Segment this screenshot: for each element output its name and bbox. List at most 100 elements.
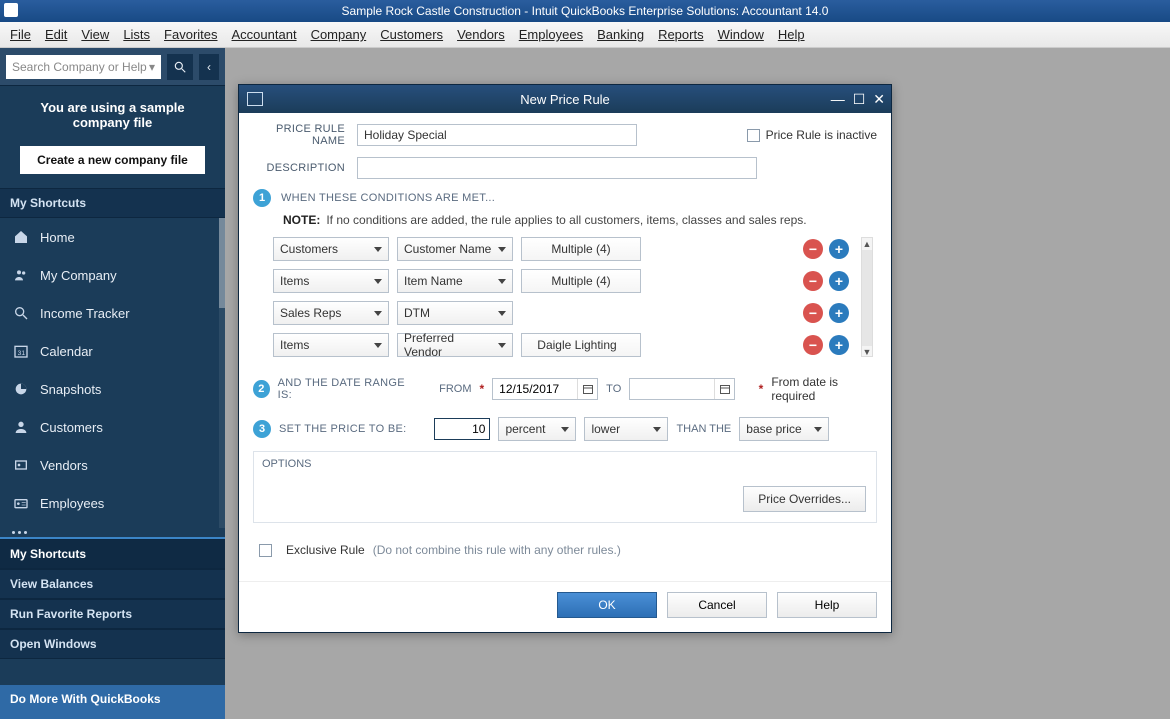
svg-text:31: 31 <box>18 350 26 357</box>
do-more-header[interactable]: Do More With QuickBooks <box>0 685 225 713</box>
sidebar-item-home[interactable]: Home <box>0 218 225 256</box>
condition-field-dropdown[interactable]: DTM <box>397 301 513 325</box>
left-bottom-stack: My Shortcuts View Balances Run Favorite … <box>0 527 225 719</box>
menu-file[interactable]: File <box>10 27 31 42</box>
menu-edit[interactable]: Edit <box>45 27 67 42</box>
remove-condition-button[interactable]: − <box>803 271 823 291</box>
dialog-footer: OK Cancel Help <box>239 581 891 632</box>
condition-field-dropdown[interactable]: Item Name <box>397 269 513 293</box>
price-rule-name-label: PRICE RULE NAME <box>253 123 357 147</box>
section-view-balances[interactable]: View Balances <box>0 569 225 599</box>
search-input[interactable]: Search Company or Help ▾ <box>6 55 161 79</box>
add-condition-button[interactable]: + <box>829 335 849 355</box>
condition-field-dropdown[interactable]: Customer Name <box>397 237 513 261</box>
sidebar-item-my-company[interactable]: My Company <box>0 256 225 294</box>
sidebar-item-label: Income Tracker <box>40 306 130 321</box>
menu-accountant[interactable]: Accountant <box>232 27 297 42</box>
condition-type-dropdown[interactable]: Customers <box>273 237 389 261</box>
condition-value-select[interactable]: Daigle Lighting <box>521 333 641 357</box>
options-header: OPTIONS <box>254 452 876 476</box>
chevron-down-icon: ▾ <box>149 60 155 74</box>
unit-dropdown[interactable]: percent <box>498 417 576 441</box>
menu-customers[interactable]: Customers <box>380 27 443 42</box>
from-date-input[interactable] <box>492 378 598 400</box>
menu-help[interactable]: Help <box>778 27 805 42</box>
menu-view[interactable]: View <box>81 27 109 42</box>
close-icon[interactable]: ✕ <box>873 91 885 108</box>
menu-lists[interactable]: Lists <box>123 27 150 42</box>
help-button[interactable]: Help <box>777 592 877 618</box>
sidebar-item-label: Calendar <box>40 344 93 359</box>
step-2-label: AND THE DATE RANGE IS: <box>278 377 412 401</box>
menu-vendors[interactable]: Vendors <box>457 27 505 42</box>
card-icon <box>12 494 30 512</box>
minimize-icon[interactable]: — <box>831 91 845 108</box>
menu-company[interactable]: Company <box>311 27 367 42</box>
calendar-icon[interactable] <box>714 379 734 399</box>
menu-employees[interactable]: Employees <box>519 27 583 42</box>
chevron-down-icon <box>374 247 382 252</box>
calendar-icon: 31 <box>12 342 30 360</box>
to-label: TO <box>606 383 621 395</box>
section-run-favorite-reports[interactable]: Run Favorite Reports <box>0 599 225 629</box>
shortcuts-scrollbar[interactable] <box>219 218 225 528</box>
section-open-windows[interactable]: Open Windows <box>0 629 225 659</box>
dialog-title-bar[interactable]: New Price Rule — ☐ ✕ <box>239 85 891 113</box>
condition-type-dropdown[interactable]: Items <box>273 269 389 293</box>
menu-banking[interactable]: Banking <box>597 27 644 42</box>
calendar-icon[interactable] <box>577 379 597 399</box>
sidebar-item-calendar[interactable]: 31 Calendar <box>0 332 225 370</box>
add-condition-button[interactable]: + <box>829 239 849 259</box>
exclusive-rule-checkbox[interactable] <box>259 544 272 557</box>
menu-favorites[interactable]: Favorites <box>164 27 217 42</box>
description-label: DESCRIPTION <box>253 162 357 174</box>
description-input[interactable] <box>357 157 757 179</box>
chevron-down-icon <box>653 427 661 432</box>
ok-button[interactable]: OK <box>557 592 657 618</box>
collapse-panel-button[interactable]: ‹ <box>199 54 219 80</box>
inactive-checkbox[interactable] <box>747 129 760 142</box>
menu-window[interactable]: Window <box>718 27 764 42</box>
condition-value-select[interactable]: Multiple (4) <box>521 237 641 261</box>
remove-condition-button[interactable]: − <box>803 239 823 259</box>
search-button[interactable] <box>167 54 193 80</box>
from-required-hint: From date is required <box>771 375 877 403</box>
conditions-list: ▲▼ CustomersCustomer NameMultiple (4)−+I… <box>273 237 871 357</box>
sidebar-item-income-tracker[interactable]: Income Tracker <box>0 294 225 332</box>
sidebar-item-snapshots[interactable]: Snapshots <box>0 370 225 408</box>
add-condition-button[interactable]: + <box>829 271 849 291</box>
search-icon <box>173 60 187 74</box>
chevron-down-icon <box>498 343 506 348</box>
add-condition-button[interactable]: + <box>829 303 849 323</box>
menu-reports[interactable]: Reports <box>658 27 704 42</box>
sidebar-item-employees[interactable]: Employees <box>0 484 225 522</box>
condition-type-dropdown[interactable]: Sales Reps <box>273 301 389 325</box>
create-company-file-button[interactable]: Create a new company file <box>20 146 205 174</box>
remove-condition-button[interactable]: − <box>803 303 823 323</box>
dialog-title: New Price Rule <box>520 92 610 107</box>
search-icon <box>12 304 30 322</box>
remove-condition-button[interactable]: − <box>803 335 823 355</box>
condition-type-dropdown[interactable]: Items <box>273 333 389 357</box>
sidebar-item-customers[interactable]: Customers <box>0 408 225 446</box>
condition-field-dropdown[interactable]: Preferred Vendor <box>397 333 513 357</box>
section-my-shortcuts[interactable]: My Shortcuts <box>0 539 225 569</box>
app-title-bar: Sample Rock Castle Construction - Intuit… <box>0 0 1170 22</box>
direction-dropdown[interactable]: lower <box>584 417 668 441</box>
cancel-button[interactable]: Cancel <box>667 592 767 618</box>
sidebar-item-vendors[interactable]: Vendors <box>0 446 225 484</box>
price-overrides-button[interactable]: Price Overrides... <box>743 486 866 512</box>
search-placeholder: Search Company or Help <box>12 60 147 74</box>
maximize-icon[interactable]: ☐ <box>853 91 866 108</box>
home-icon <box>12 228 30 246</box>
exclusive-rule-label: Exclusive Rule <box>286 543 365 557</box>
pie-icon <box>12 380 30 398</box>
required-asterisk: * <box>480 382 485 396</box>
price-rule-name-input[interactable]: Holiday Special <box>357 124 637 146</box>
dialog-system-menu[interactable] <box>247 92 263 106</box>
amount-input[interactable] <box>434 418 490 440</box>
to-date-input[interactable] <box>629 378 735 400</box>
basis-dropdown[interactable]: base price <box>739 417 829 441</box>
sidebar-item-label: Snapshots <box>40 382 101 397</box>
condition-value-select[interactable]: Multiple (4) <box>521 269 641 293</box>
